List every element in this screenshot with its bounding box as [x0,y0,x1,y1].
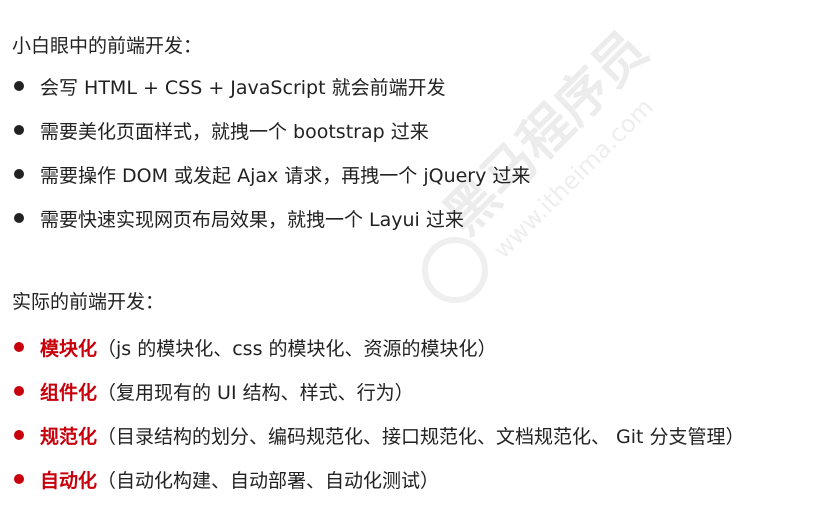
item-text: 需要美化页面样式，就拽一个 bootstrap 过来 [40,120,429,143]
bullet-icon [14,386,24,396]
item-detail: （复用现有的 UI 结构、样式、行为） [97,381,414,404]
item-keyword: 自动化 [40,469,98,492]
item-detail: （js 的模块化、css 的模块化、资源的模块化） [97,337,497,360]
list-item: 规范化 （目录结构的划分、编码规范化、接口规范化、文档规范化、 Git 分支管理… [12,422,745,448]
list-item: 自动化 （自动化构建、自动部署、自动化测试） [12,466,439,492]
bullet-icon [14,213,24,223]
list-item: 会写 HTML + CSS + JavaScript 就会前端开发 [12,73,446,99]
bullet-icon [14,430,24,440]
bullet-icon [14,342,24,352]
list-item: 模块化 （js 的模块化、css 的模块化、资源的模块化） [12,334,497,360]
item-keyword: 规范化 [40,425,98,448]
bullet-icon [14,81,24,91]
watermark-logo-icon [422,237,488,303]
slide: 黑马程序员 www.itheima.com 小白眼中的前端开发： 会写 HTML… [0,0,819,506]
item-detail: （自动化构建、自动部署、自动化测试） [97,469,440,492]
list-item: 需要操作 DOM 或发起 Ajax 请求，再拽一个 jQuery 过来 [12,161,530,187]
bullet-icon [14,474,24,484]
bullet-icon [14,125,24,135]
item-detail: （目录结构的划分、编码规范化、接口规范化、文档规范化、 Git 分支管理） [97,425,745,448]
section2-heading: 实际的前端开发： [12,291,165,313]
list-item: 组件化 （复用现有的 UI 结构、样式、行为） [12,378,414,404]
list-item: 需要美化页面样式，就拽一个 bootstrap 过来 [12,117,429,143]
section1-heading: 小白眼中的前端开发： [12,35,203,57]
item-text: 需要操作 DOM 或发起 Ajax 请求，再拽一个 jQuery 过来 [40,164,531,187]
item-text: 会写 HTML + CSS + JavaScript 就会前端开发 [40,76,446,99]
item-keyword: 模块化 [40,337,98,360]
bullet-icon [14,169,24,179]
watermark-brand: 黑马程序员 [433,25,659,246]
list-item: 需要快速实现网页布局效果，就拽一个 Layui 过来 [12,205,464,231]
item-text: 需要快速实现网页布局效果，就拽一个 Layui 过来 [40,208,464,231]
item-keyword: 组件化 [40,381,98,404]
